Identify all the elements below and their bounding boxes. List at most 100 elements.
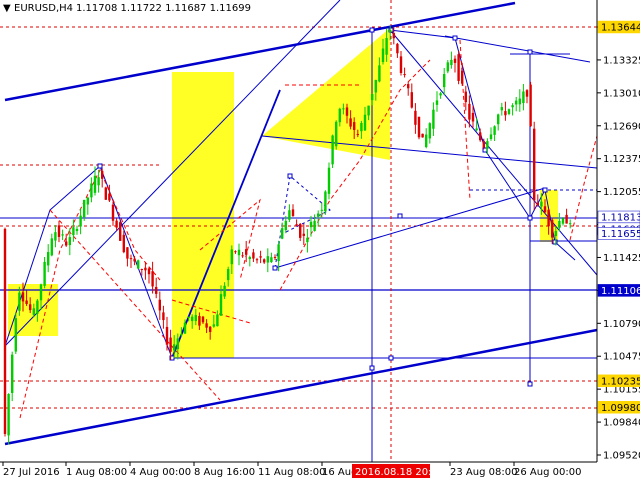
candle-bull <box>194 315 197 322</box>
candle-bull <box>374 79 377 93</box>
header-arrow-icon[interactable]: ▼ <box>3 3 11 14</box>
candle-bull <box>317 213 320 217</box>
candle-bear <box>129 258 133 260</box>
price-chart[interactable]: 1.13644 1.13325 1.13010 1.12690 1.12375 1.120… <box>0 0 640 480</box>
candle-bear <box>353 122 356 130</box>
y-tick-label: 1.09840 <box>603 418 640 429</box>
point-marker <box>527 215 533 221</box>
candle-bull <box>183 322 187 334</box>
candle-bull <box>11 354 14 393</box>
candle-bull <box>389 30 392 33</box>
header-symbol: EURUSD,H4 <box>14 3 73 14</box>
candle-bear <box>396 43 399 54</box>
candle-bear <box>349 118 352 127</box>
candle-bull <box>47 252 50 266</box>
candle-bear <box>21 292 25 302</box>
y-tick-label: 1.13325 <box>603 55 640 66</box>
candle-bull <box>309 221 313 228</box>
candle-bear <box>144 267 147 271</box>
candle-bear <box>461 70 464 84</box>
candle-bear <box>457 54 460 81</box>
point-marker <box>369 27 375 33</box>
candle-bull <box>486 141 489 149</box>
candle-bear <box>525 90 529 97</box>
candle-bull <box>443 74 446 88</box>
candle-bear <box>471 112 475 122</box>
candle-bear <box>108 193 111 201</box>
x-tick-label: 1 Aug 08:00 <box>66 467 127 478</box>
candle-bear <box>245 249 248 255</box>
candle-bull <box>277 244 280 262</box>
candle-bear <box>468 103 471 120</box>
x-tick-label: 4 Aug 00:00 <box>130 467 191 478</box>
candle-bear <box>551 219 554 238</box>
candle-bear <box>147 268 151 275</box>
candle-bull <box>75 228 79 232</box>
candle-bull <box>518 98 521 105</box>
candle-bull <box>281 228 284 239</box>
candle-bear <box>417 116 421 138</box>
candle-bear <box>407 84 410 89</box>
level-label-text: 1.11655 <box>601 229 640 240</box>
candle-bear <box>234 251 237 253</box>
candle-bull <box>97 177 100 186</box>
candle-bear <box>504 111 507 116</box>
candle-bull <box>72 227 75 236</box>
candle-bull <box>327 167 331 194</box>
level-label-text: 1.11106 <box>601 286 640 297</box>
candle-bull <box>54 232 57 241</box>
candle-bull <box>500 107 503 111</box>
candle-bear <box>529 84 532 127</box>
candle-bear <box>252 252 255 259</box>
candle-bull <box>540 201 543 207</box>
candle-bear <box>3 228 7 434</box>
candle-bull <box>446 62 449 72</box>
zone-2 <box>172 72 234 358</box>
candle-bull <box>216 314 219 327</box>
candle-bull <box>569 223 572 225</box>
candle-bear <box>464 91 467 103</box>
candle-bull <box>237 249 241 256</box>
candle-bear <box>482 141 485 148</box>
candle-bull <box>497 114 500 125</box>
candle-bear <box>410 92 413 108</box>
candle-bear <box>299 223 302 238</box>
candle-bull <box>558 220 561 228</box>
candle-bear <box>295 224 298 226</box>
candle-bull <box>32 308 35 315</box>
candle-bear <box>403 74 406 76</box>
y-tick-label: 1.11425 <box>603 253 640 264</box>
candle-bull <box>493 126 496 135</box>
candle-bear <box>547 209 550 227</box>
candle-bull <box>61 234 64 236</box>
candle-bull <box>86 197 89 205</box>
candle-bear <box>356 134 359 136</box>
candle-bear <box>162 312 165 321</box>
candle-bear <box>158 299 161 311</box>
y-tick-label: 1.13010 <box>603 88 640 99</box>
candle-bear <box>198 316 201 326</box>
point-marker <box>527 381 533 387</box>
candle-bull <box>176 338 179 350</box>
candle-bull <box>489 134 493 140</box>
candle-bear <box>565 214 568 224</box>
level-label-text: 1.09980 <box>601 403 640 414</box>
candle-bull <box>511 105 514 108</box>
candle-bear <box>133 258 136 262</box>
candle-bull <box>212 324 215 327</box>
point-marker <box>272 265 278 271</box>
candle-bear <box>421 133 424 138</box>
candle-bull <box>219 294 223 316</box>
candle-bull <box>435 100 439 105</box>
candle-bear <box>115 220 118 228</box>
candle-bear <box>399 56 403 73</box>
candle-bull <box>475 128 478 131</box>
candle-bear <box>536 202 539 206</box>
candle-bear <box>345 107 349 116</box>
y-tick-label: 1.10475 <box>603 352 640 363</box>
candle-bear <box>201 316 205 323</box>
candle-bear <box>155 286 158 294</box>
y-tick-label: 1.12375 <box>603 154 640 165</box>
candle-bull <box>83 199 86 218</box>
candle-bear <box>151 271 154 287</box>
